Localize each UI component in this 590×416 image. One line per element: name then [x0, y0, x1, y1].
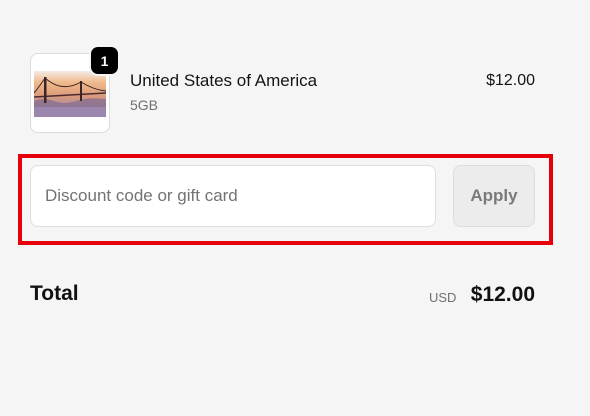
quantity-badge: 1: [91, 47, 118, 74]
item-price: $12.00: [486, 72, 535, 89]
total-label: Total: [30, 282, 79, 305]
apply-button[interactable]: Apply: [453, 165, 535, 227]
discount-code-input[interactable]: [30, 165, 436, 227]
item-variant: 5GB: [130, 97, 159, 113]
total-currency: USD: [429, 290, 457, 305]
cart-line-item: 1 United States of America 5GB $12.00: [30, 47, 535, 133]
total-amount: $12.00: [470, 283, 535, 306]
product-thumbnail-wrapper: 1: [30, 47, 118, 133]
item-name: United States of America: [130, 71, 318, 90]
